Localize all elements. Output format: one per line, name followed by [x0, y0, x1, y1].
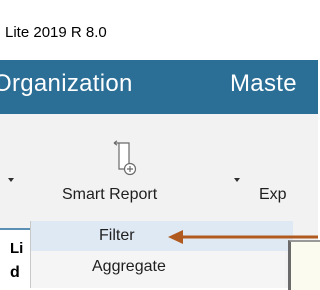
title-bar: Lite 2019 R 8.0: [0, 0, 318, 60]
menu-item-label: Aggregate: [92, 258, 166, 275]
menu-bar: Organization Maste: [0, 60, 318, 114]
menu-master[interactable]: Maste: [230, 70, 297, 98]
window-title: Lite 2019 R 8.0: [5, 24, 107, 41]
left-panel-text: d: [10, 264, 20, 281]
menu-item-aggregate[interactable]: Aggregate: [31, 252, 293, 282]
smart-report-button[interactable]: Smart Report: [62, 186, 157, 204]
left-panel-text: Li: [10, 240, 24, 257]
smart-report-dropdown: Filter Aggregate: [30, 221, 293, 288]
smart-report-icon[interactable]: [107, 140, 143, 178]
right-panel: [288, 240, 320, 290]
menu-item-label: Filter: [99, 227, 135, 244]
left-panel: Li d: [0, 228, 30, 290]
chevron-down-icon[interactable]: [234, 178, 240, 182]
menu-item-filter[interactable]: Filter: [31, 221, 293, 251]
chevron-down-icon[interactable]: [8, 178, 14, 182]
export-button[interactable]: Exp: [259, 186, 287, 204]
menu-organization[interactable]: Organization: [0, 70, 133, 98]
